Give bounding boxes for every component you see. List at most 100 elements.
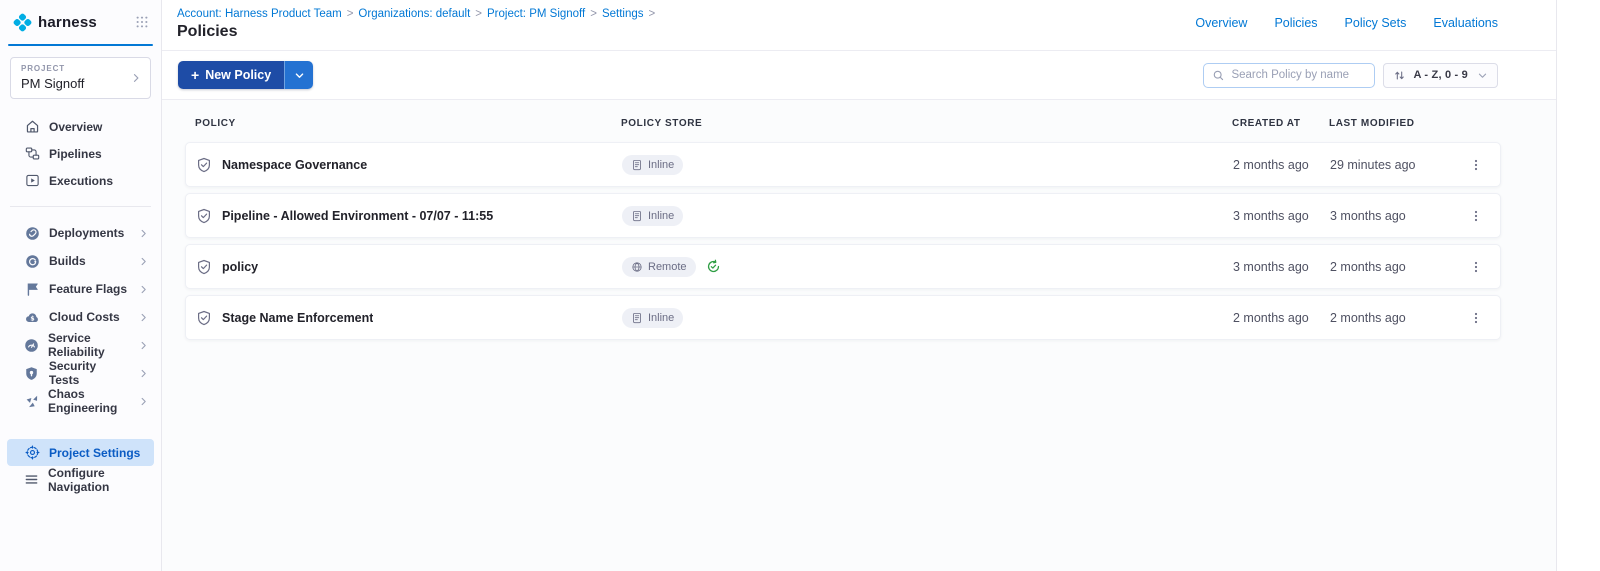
reliability-icon [24, 338, 39, 353]
top-nav-evaluations[interactable]: Evaluations [1433, 16, 1498, 30]
sidebar-item-project-settings[interactable]: Project Settings [7, 439, 154, 466]
brand-name: harness [38, 14, 97, 31]
new-policy-button[interactable]: + New Policy [178, 61, 284, 89]
policy-row-namespace-governance[interactable]: Namespace GovernanceInline2 months ago29… [185, 142, 1501, 187]
sidebar: harness PROJECT PM Signoff Overview Pipel… [0, 0, 162, 571]
sidebar-item-service-reliability[interactable]: Service Reliability [0, 331, 161, 359]
search-box [1203, 63, 1375, 88]
harness-app: harness PROJECT PM Signoff Overview Pipel… [0, 0, 1600, 571]
chevron-right-icon [138, 396, 149, 407]
col-policy: POLICY [195, 118, 621, 129]
sidebar-item-pipelines[interactable]: Pipelines [0, 140, 161, 167]
breadcrumb-link-settings[interactable]: Settings [602, 8, 644, 20]
breadcrumb-separator: > [470, 8, 487, 20]
policy-name: Pipeline - Allowed Environment - 07/07 -… [222, 209, 493, 223]
row-menu-button[interactable] [1462, 256, 1490, 278]
sidebar-item-configure-navigation[interactable]: Configure Navigation [0, 466, 161, 493]
sidebar-item-cloud-costs[interactable]: $ Cloud Costs [0, 303, 161, 331]
policy-shield-check-icon [196, 310, 212, 326]
sidebar-item-label: Feature Flags [49, 282, 127, 296]
sidebar-item-label: Deployments [49, 226, 124, 240]
new-policy-dropdown-button[interactable] [284, 61, 313, 89]
sidebar-item-chaos-engineering[interactable]: Chaos Engineering [0, 387, 161, 415]
chevron-right-icon [130, 72, 142, 84]
sidebar-divider [10, 206, 151, 207]
sidebar-item-label: Project Settings [49, 446, 140, 460]
nav-active-underline [8, 44, 153, 46]
policy-store-badge: Inline [622, 308, 683, 328]
top-nav-policy-sets[interactable]: Policy Sets [1345, 16, 1407, 30]
top-nav-policies[interactable]: Policies [1274, 16, 1317, 30]
breadcrumb-separator: > [342, 8, 359, 20]
new-policy-split-button: + New Policy [178, 61, 313, 89]
breadcrumb-link-project-pm-signoff[interactable]: Project: PM Signoff [487, 8, 585, 20]
row-menu-button[interactable] [1462, 307, 1490, 329]
policy-shield-check-icon [196, 208, 212, 224]
remote-store-icon [631, 261, 643, 273]
logo-row: harness [0, 0, 161, 44]
menu-icon [24, 472, 39, 487]
top-nav: Overview Policies Policy Sets Evaluations [1195, 16, 1498, 30]
breadcrumb-separator: > [585, 8, 602, 20]
top-nav-overview[interactable]: Overview [1195, 16, 1247, 30]
new-policy-label: New Policy [205, 68, 271, 82]
last-modified-value: 2 months ago [1330, 311, 1462, 325]
table-body: Namespace GovernanceInline2 months ago29… [185, 142, 1501, 340]
sidebar-item-label: Builds [49, 254, 86, 268]
policy-store-badge: Remote [622, 257, 696, 277]
sort-label: A - Z, 0 - 9 [1413, 69, 1468, 81]
inline-store-icon [631, 159, 643, 171]
sidebar-item-label: Configure Navigation [48, 466, 149, 494]
row-menu-button[interactable] [1462, 205, 1490, 227]
policy-row-pipeline-allowed-environment-07-07-11-55[interactable]: Pipeline - Allowed Environment - 07/07 -… [185, 193, 1501, 238]
sidebar-item-executions[interactable]: Executions [0, 167, 161, 194]
row-menu-button[interactable] [1462, 154, 1490, 176]
sidebar-item-label: Service Reliability [48, 331, 129, 359]
policies-table: POLICY POLICY STORE CREATED AT LAST MODI… [162, 100, 1556, 571]
sidebar-item-overview[interactable]: Overview [0, 113, 161, 140]
breadcrumb-link-organizations-default[interactable]: Organizations: default [358, 8, 470, 20]
breadcrumb-link-account-harness-product-team[interactable]: Account: Harness Product Team [177, 8, 342, 20]
harness-logo-icon [13, 13, 32, 32]
policy-store-label: Inline [648, 159, 674, 171]
policy-row-policy[interactable]: policyRemote3 months ago2 months ago [185, 244, 1501, 289]
sort-arrows-icon [1393, 69, 1406, 82]
policy-store-badge: Inline [622, 206, 683, 226]
builds-icon [24, 254, 40, 269]
project-selector[interactable]: PROJECT PM Signoff [10, 57, 151, 99]
executions-icon [24, 173, 40, 188]
cloud-icon: $ [24, 310, 40, 325]
apps-grid-icon[interactable] [135, 15, 149, 29]
sidebar-item-label: Chaos Engineering [48, 387, 129, 415]
search-icon [1212, 69, 1225, 82]
col-last-modified: LAST MODIFIED [1329, 118, 1463, 129]
policy-store-label: Inline [648, 210, 674, 222]
policy-store-label: Inline [648, 312, 674, 324]
sidebar-item-security-tests[interactable]: Security Tests [0, 359, 161, 387]
created-at-value: 2 months ago [1233, 311, 1330, 325]
home-icon [24, 119, 40, 134]
deployments-icon [24, 226, 40, 241]
chevron-right-icon [138, 312, 149, 323]
sidebar-item-label: Overview [49, 120, 102, 134]
policy-row-stage-name-enforcement[interactable]: Stage Name EnforcementInline2 months ago… [185, 295, 1501, 340]
created-at-value: 3 months ago [1233, 260, 1330, 274]
policy-name: policy [222, 260, 258, 274]
policy-store-badge: Inline [622, 155, 683, 175]
sidebar-item-label: Cloud Costs [49, 310, 120, 324]
last-modified-value: 3 months ago [1330, 209, 1462, 223]
sort-dropdown[interactable]: A - Z, 0 - 9 [1383, 63, 1498, 88]
chevron-right-icon [138, 340, 149, 351]
sidebar-item-builds[interactable]: Builds [0, 247, 161, 275]
col-created-at: CREATED AT [1232, 118, 1329, 129]
page-title: Policies [177, 23, 660, 41]
chevron-right-icon [138, 228, 149, 239]
search-input[interactable] [1231, 69, 1366, 81]
created-at-value: 2 months ago [1233, 158, 1330, 172]
sidebar-item-feature-flags[interactable]: Feature Flags [0, 275, 161, 303]
sidebar-item-deployments[interactable]: Deployments [0, 219, 161, 247]
shield-icon [24, 366, 40, 381]
policy-shield-check-icon [196, 157, 212, 173]
col-policy-store: POLICY STORE [621, 118, 1232, 129]
policy-store-label: Remote [648, 261, 687, 273]
